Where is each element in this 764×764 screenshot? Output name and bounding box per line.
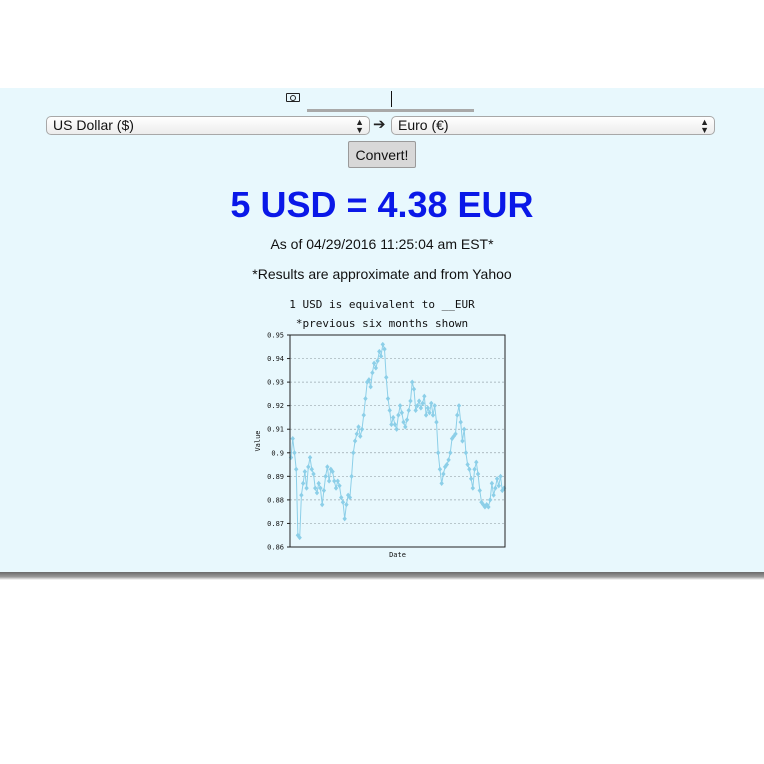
y-axis-label: Value xyxy=(254,430,262,451)
exchange-rate-chart: 1 USD is equivalent to __EUR *previous si… xyxy=(254,298,507,559)
convert-button[interactable]: Convert! xyxy=(348,141,416,168)
chart-title: 1 USD is equivalent to __EUR xyxy=(289,298,475,311)
up-down-arrows-icon: ▲ ▼ xyxy=(700,117,709,135)
y-tick-label: 0.89 xyxy=(267,473,284,481)
money-icon xyxy=(286,93,300,102)
from-currency-value: US Dollar ($) xyxy=(53,117,134,133)
y-tick-label: 0.88 xyxy=(267,496,284,504)
y-tick-label: 0.87 xyxy=(267,520,284,528)
plot-area xyxy=(290,335,505,547)
text-caret xyxy=(391,91,392,107)
y-tick-label: 0.9 xyxy=(271,449,284,457)
up-down-arrows-icon: ▲ ▼ xyxy=(355,117,364,135)
chart-subtitle: *previous six months shown xyxy=(296,317,468,330)
x-axis-label: Date xyxy=(389,551,406,559)
from-currency-select[interactable]: US Dollar ($) ▲ ▼ xyxy=(46,116,370,135)
as-of-timestamp: As of 04/29/2016 11:25:04 am EST* xyxy=(270,236,494,252)
y-tick-label: 0.91 xyxy=(267,426,284,434)
y-tick-label: 0.93 xyxy=(267,379,284,387)
conversion-result: 5 USD = 4.38 EUR xyxy=(230,184,534,225)
y-tick-label: 0.92 xyxy=(267,402,284,410)
y-tick-label: 0.94 xyxy=(267,355,284,363)
to-currency-select[interactable]: Euro (€) ▲ ▼ xyxy=(391,116,715,135)
to-currency-value: Euro (€) xyxy=(398,117,449,133)
source-note: *Results are approximate and from Yahoo xyxy=(252,266,512,282)
y-tick-label: 0.95 xyxy=(267,332,284,340)
right-arrow-icon: ➔ xyxy=(373,116,386,133)
y-tick-label: 0.86 xyxy=(267,544,284,552)
panel-shadow xyxy=(0,572,764,580)
